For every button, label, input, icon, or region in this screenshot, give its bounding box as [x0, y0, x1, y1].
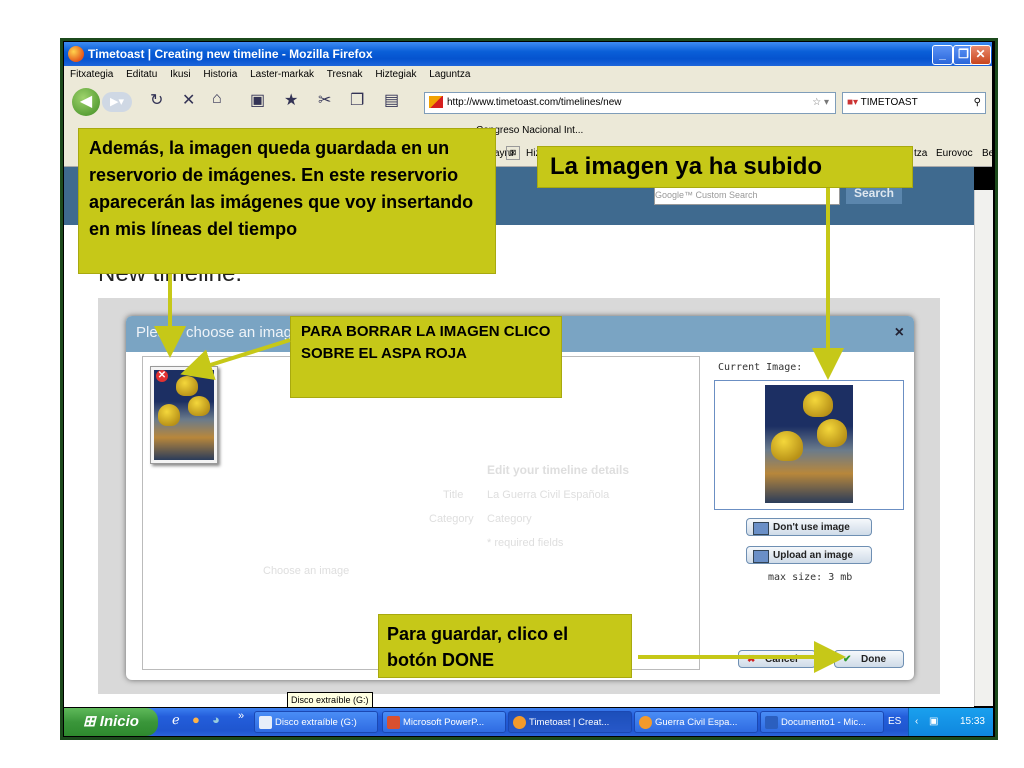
callout-arrows — [154, 188, 846, 673]
arrow-delete-to-x — [180, 338, 291, 381]
